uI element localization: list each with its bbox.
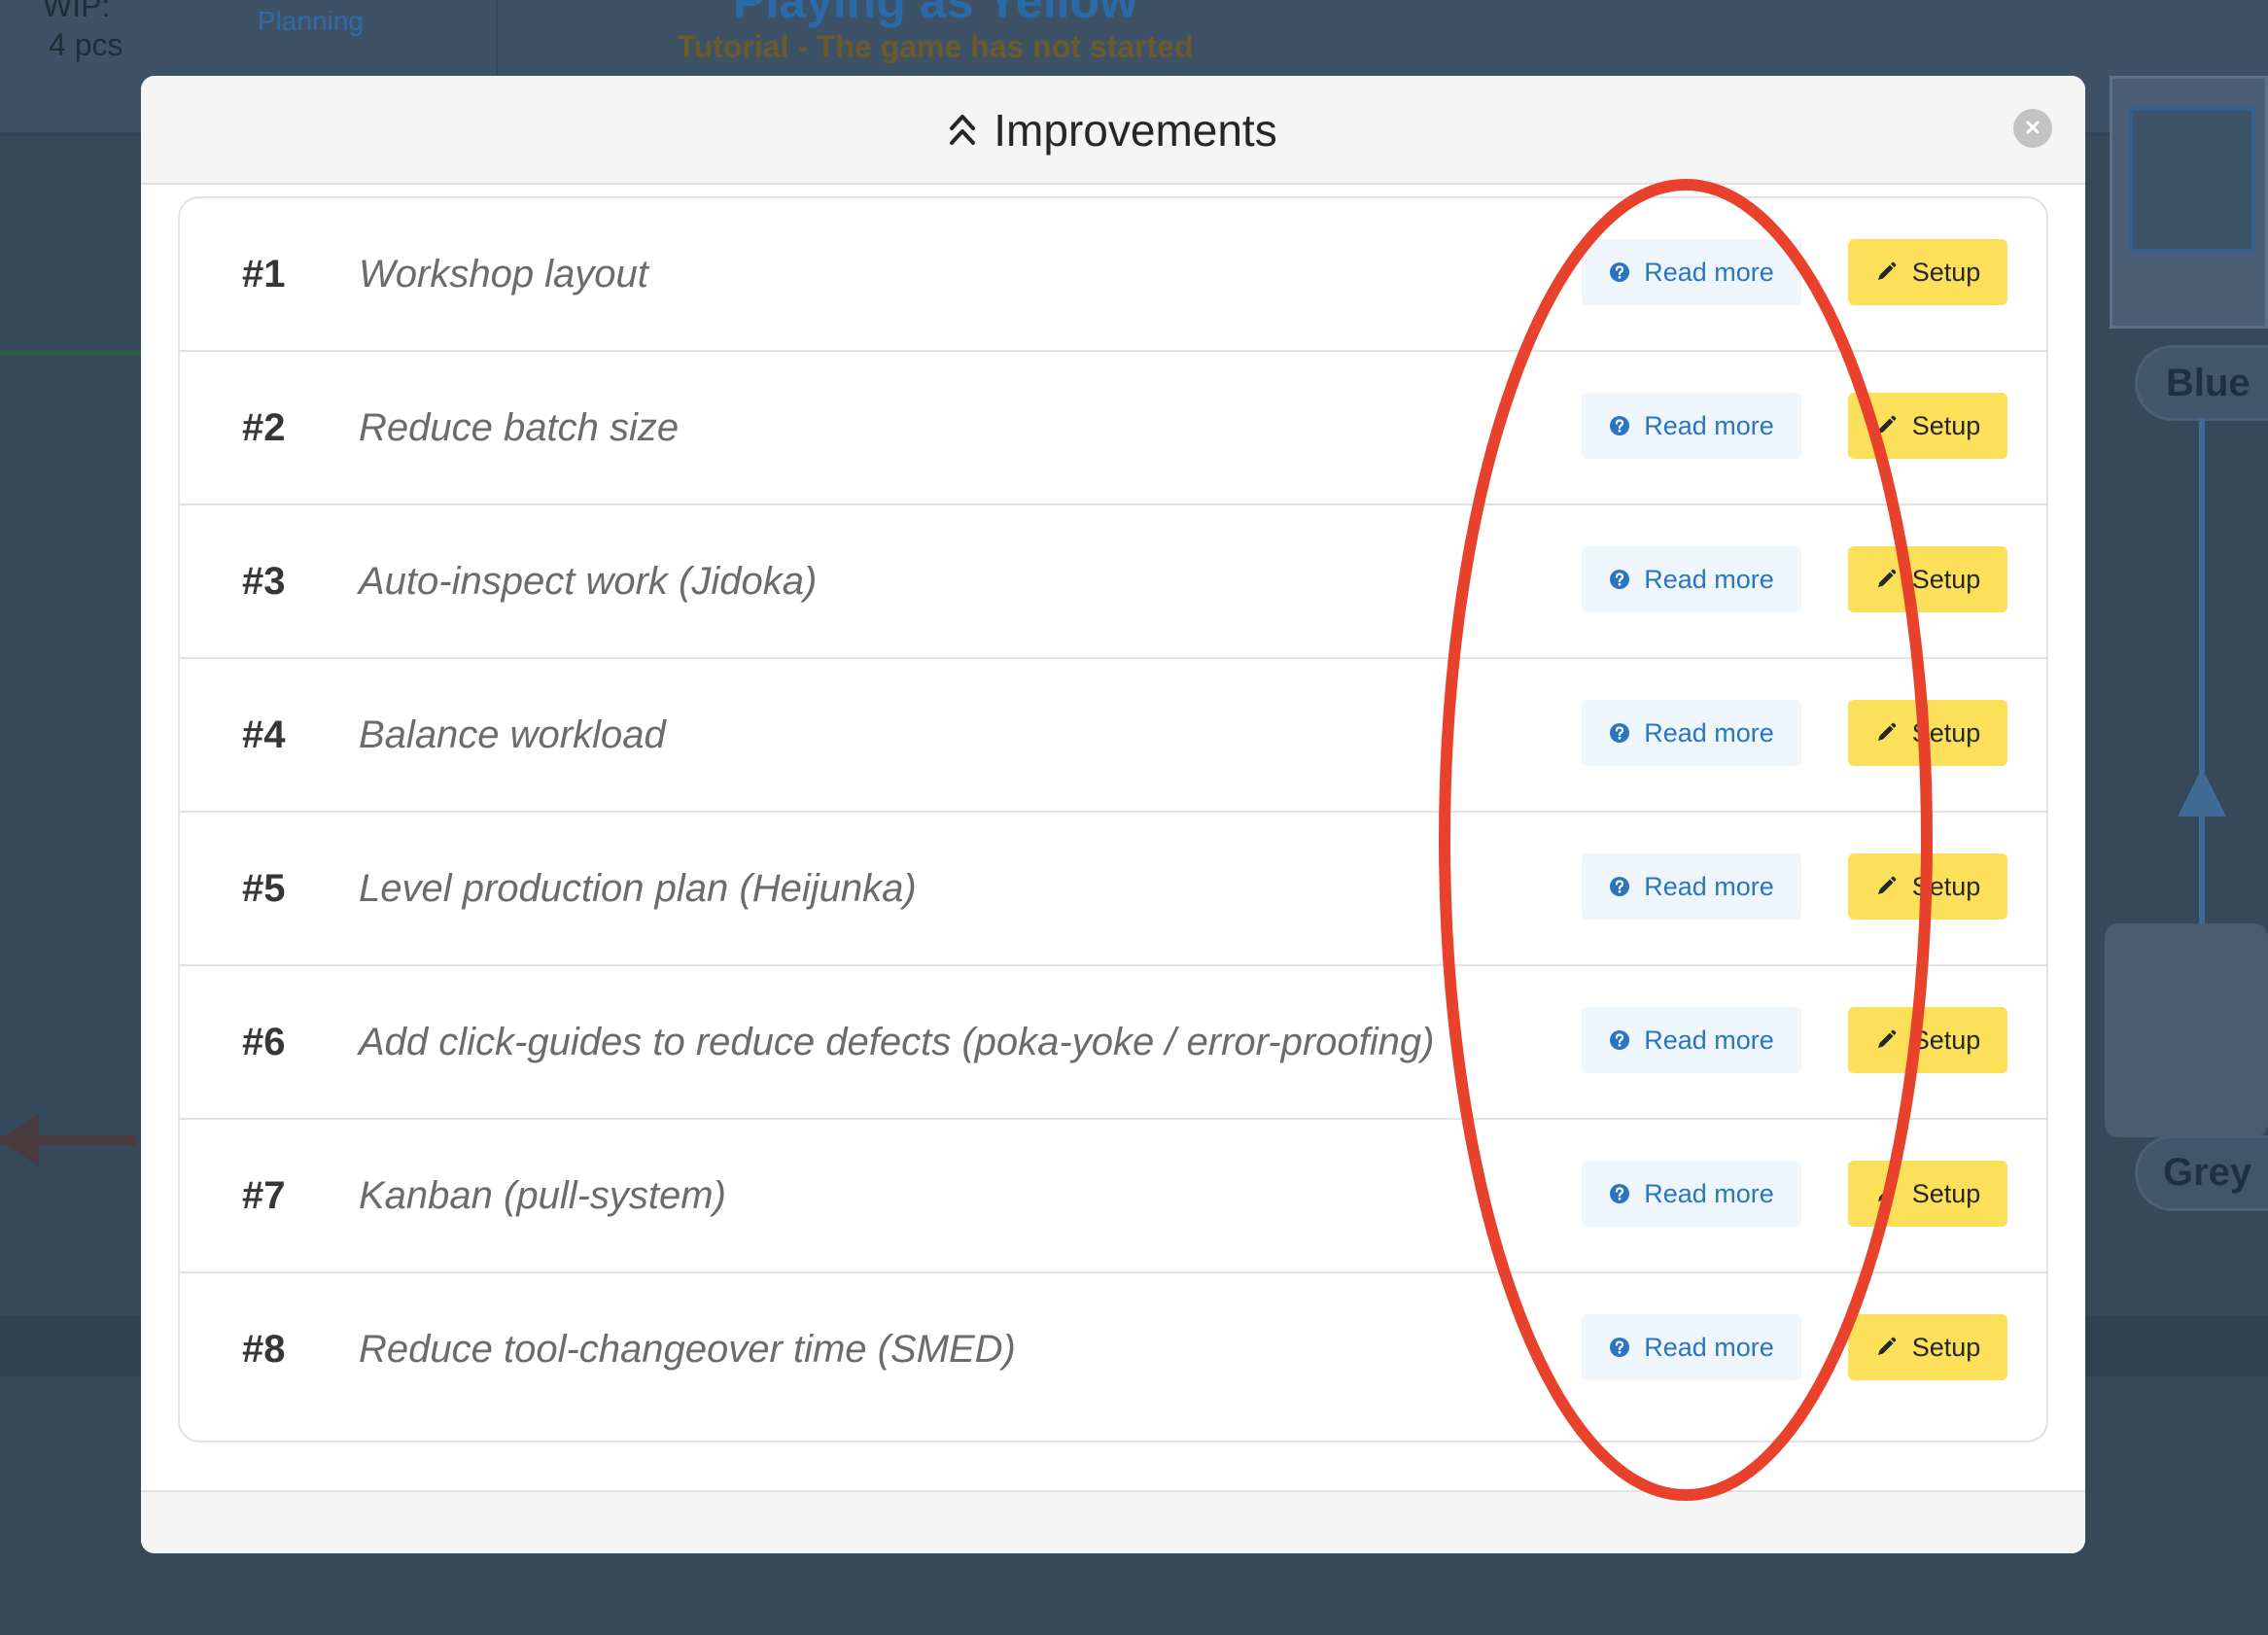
flow-arrow-left-icon: [0, 1114, 39, 1166]
read-more-button[interactable]: Read more: [1582, 1161, 1801, 1227]
setup-button[interactable]: Setup: [1848, 239, 2007, 305]
pencil-icon: [1875, 1029, 1897, 1051]
help-circle-icon: [1609, 261, 1630, 283]
pencil-icon: [1875, 415, 1897, 436]
setup-label: Setup: [1911, 1178, 1981, 1208]
background-flow-line: [0, 350, 146, 356]
improvement-name: Reduce tool-changeover time (SMED): [359, 1328, 1016, 1371]
pencil-icon: [1875, 569, 1897, 590]
modal-footer: [141, 1490, 2085, 1553]
improvement-name: Auto-inspect work (Jidoka): [359, 560, 818, 603]
read-more-label: Read more: [1644, 1332, 1774, 1362]
improvement-name: Add click-guides to reduce defects (poka…: [359, 1021, 1435, 1063]
help-circle-icon: [1609, 1183, 1630, 1204]
read-more-button[interactable]: Read more: [1582, 393, 1801, 459]
read-more-button[interactable]: Read more: [1582, 546, 1801, 612]
station-grey-label: Grey: [2163, 1151, 2252, 1194]
read-more-label: Read more: [1644, 564, 1774, 594]
improvement-row: #2 Reduce batch size Read more Setup: [180, 352, 2046, 505]
improvement-row: #6 Add click-guides to reduce defects (po…: [180, 966, 2046, 1120]
setup-button[interactable]: Setup: [1848, 1314, 2007, 1380]
improvement-number: #8: [242, 1328, 286, 1371]
improvement-number: #7: [242, 1174, 286, 1217]
improvement-name: Workshop layout: [359, 253, 648, 296]
robot-graphic: [2105, 923, 2268, 1137]
improvement-row: #4 Balance workload Read more Setup: [180, 659, 2046, 813]
setup-label: Setup: [1911, 564, 1981, 594]
setup-label: Setup: [1911, 257, 1981, 287]
close-icon: [2024, 119, 2041, 139]
chevron-double-up-icon: [949, 111, 976, 150]
read-more-button[interactable]: Read more: [1582, 239, 1801, 305]
pencil-icon: [1875, 1337, 1897, 1358]
improvements-list: #1 Workshop layout Read more Setup #2 Reduce …: [178, 196, 2048, 1443]
help-circle-icon: [1609, 1029, 1630, 1051]
improvements-modal: Improvements #1 Workshop layout Read more S…: [141, 76, 2085, 1553]
setup-button[interactable]: Setup: [1848, 700, 2007, 766]
setup-label: Setup: [1911, 410, 1981, 440]
improvement-row: #1 Workshop layout Read more Setup: [180, 198, 2046, 352]
read-more-label: Read more: [1644, 717, 1774, 748]
read-more-button[interactable]: Read more: [1582, 700, 1801, 766]
read-more-button[interactable]: Read more: [1582, 853, 1801, 920]
read-more-button[interactable]: Read more: [1582, 1007, 1801, 1073]
read-more-label: Read more: [1644, 871, 1774, 901]
help-circle-icon: [1609, 1337, 1630, 1358]
setup-button[interactable]: Setup: [1848, 853, 2007, 920]
pencil-icon: [1875, 261, 1897, 283]
improvement-number: #3: [242, 560, 286, 603]
setup-label: Setup: [1911, 1025, 1981, 1055]
setup-button[interactable]: Setup: [1848, 546, 2007, 612]
help-circle-icon: [1609, 722, 1630, 744]
pencil-icon: [1875, 1183, 1897, 1204]
game-title: Playing as Yellow: [733, 0, 1137, 28]
improvement-row: #5 Level production plan (Heijunka) Read m…: [180, 813, 2046, 966]
setup-label: Setup: [1911, 717, 1981, 748]
help-circle-icon: [1609, 876, 1630, 897]
help-circle-icon: [1609, 569, 1630, 590]
improvement-name: Kanban (pull-system): [359, 1174, 726, 1217]
pencil-icon: [1875, 876, 1897, 897]
setup-button[interactable]: Setup: [1848, 1007, 2007, 1073]
setup-button[interactable]: Setup: [1848, 1161, 2007, 1227]
improvement-name: Balance workload: [359, 713, 666, 756]
improvement-name: Reduce batch size: [359, 406, 680, 449]
improvement-number: #1: [242, 253, 286, 296]
read-more-label: Read more: [1644, 1178, 1774, 1208]
game-status: Tutorial - The game has not started: [677, 29, 1194, 64]
improvement-number: #2: [242, 406, 286, 449]
improvement-row: #3 Auto-inspect work (Jidoka) Read more Set…: [180, 505, 2046, 659]
improvement-row: #8 Reduce tool-changeover time (SMED) Read…: [180, 1273, 2046, 1427]
close-button[interactable]: [2013, 109, 2052, 148]
setup-button[interactable]: Setup: [1848, 393, 2007, 459]
read-more-label: Read more: [1644, 257, 1774, 287]
setup-label: Setup: [1911, 1332, 1981, 1362]
improvement-number: #5: [242, 867, 286, 910]
pencil-icon: [1875, 722, 1897, 744]
improvement-number: #6: [242, 1021, 286, 1063]
flow-arrow-up-icon: [2178, 768, 2226, 817]
modal-title: Improvements: [994, 105, 1277, 156]
help-circle-icon: [1609, 415, 1630, 436]
read-more-button[interactable]: Read more: [1582, 1314, 1801, 1380]
improvement-number: #4: [242, 713, 286, 756]
improvement-row: #7 Kanban (pull-system) Read more Setup: [180, 1120, 2046, 1273]
modal-header: Improvements: [141, 76, 2085, 185]
station-blue-label: Blue: [2166, 362, 2251, 404]
setup-label: Setup: [1911, 871, 1981, 901]
read-more-label: Read more: [1644, 1025, 1774, 1055]
improvement-name: Level production plan (Heijunka): [359, 867, 917, 910]
machine-screen-graphic: [2129, 107, 2255, 253]
read-more-label: Read more: [1644, 410, 1774, 440]
